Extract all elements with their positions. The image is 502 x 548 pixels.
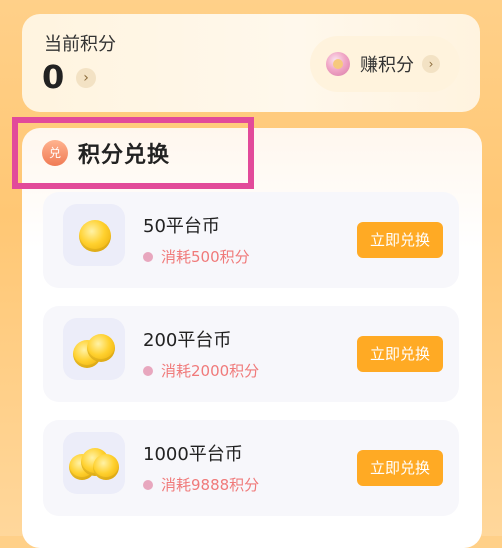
section-header: 兑 积分兑换 (12, 117, 254, 189)
section-title: 积分兑换 (78, 143, 171, 168)
coin-stack-icon (326, 52, 350, 76)
points-label: 当前积分 (44, 34, 116, 55)
points-value[interactable]: 0 (42, 58, 64, 96)
item-cost: 消耗9888积分 (161, 476, 260, 494)
redeem-badge-icon: 兑 (42, 140, 68, 166)
redeem-item-200: 200平台币 消耗2000积分 立即兑换 (43, 306, 459, 402)
points-icon (143, 252, 153, 262)
earn-points-button[interactable]: 赚积分 › (310, 36, 460, 92)
chevron-right-icon: › (422, 55, 440, 73)
item-name: 50平台币 (143, 216, 220, 237)
gold-coin-icon (79, 220, 111, 252)
item-name: 1000平台币 (143, 444, 243, 465)
item-name: 200平台币 (143, 330, 232, 351)
redeem-button[interactable]: 立即兑换 (357, 222, 443, 258)
chevron-right-icon[interactable]: › (76, 68, 96, 88)
coin-image (63, 432, 125, 494)
points-icon (143, 480, 153, 490)
points-card: 当前积分 0 › 赚积分 › (22, 14, 480, 112)
points-icon (143, 366, 153, 376)
gold-coin-icon (93, 454, 119, 480)
redeem-button[interactable]: 立即兑换 (357, 336, 443, 372)
redeem-item-1000: 1000平台币 消耗9888积分 立即兑换 (43, 420, 459, 516)
coin-image (63, 318, 125, 380)
gold-coin-icon (87, 334, 115, 362)
redeem-item-50: 50平台币 消耗500积分 立即兑换 (43, 192, 459, 288)
coin-image (63, 204, 125, 266)
item-cost: 消耗500积分 (161, 248, 250, 266)
item-cost: 消耗2000积分 (161, 362, 260, 380)
redeem-button[interactable]: 立即兑换 (357, 450, 443, 486)
earn-points-label: 赚积分 (360, 55, 414, 76)
